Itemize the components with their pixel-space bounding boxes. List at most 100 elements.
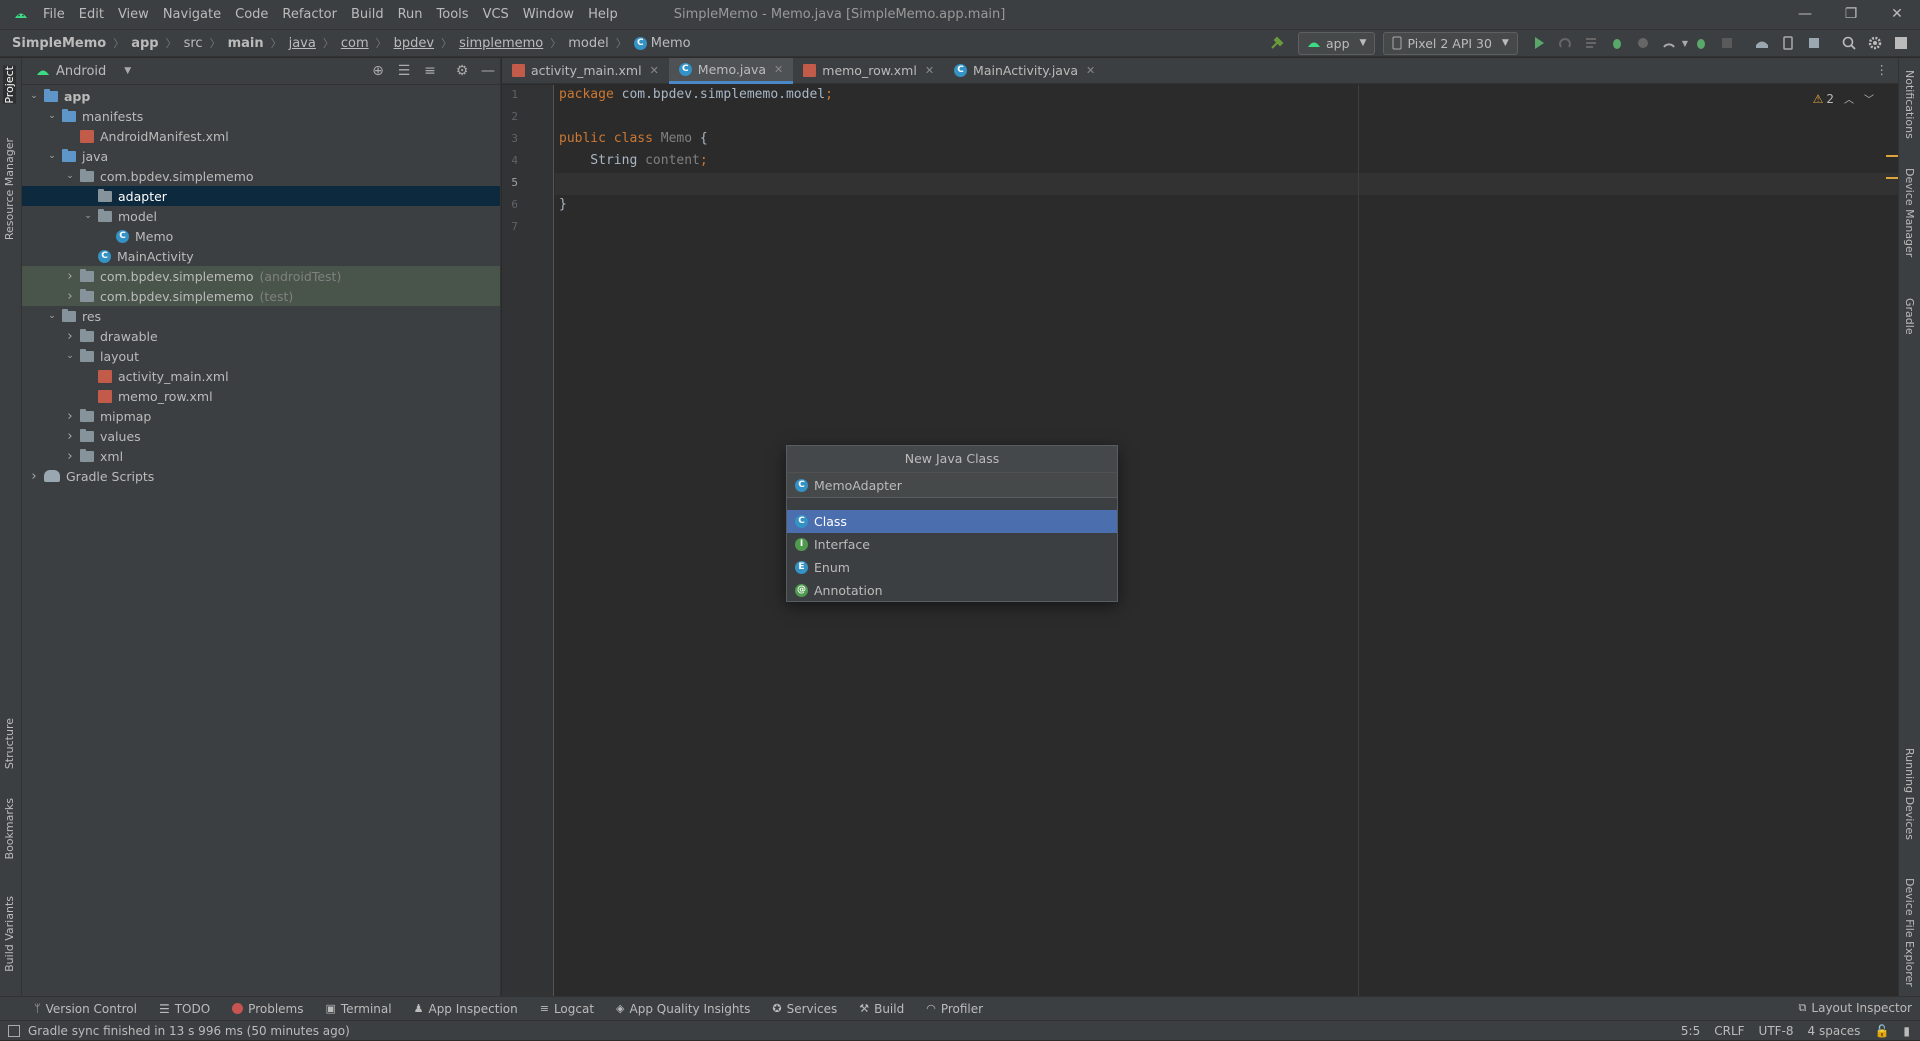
chevron-down-icon[interactable]: ⌄ <box>82 211 94 221</box>
resource-manager-tool-button[interactable]: Resource Manager <box>3 138 16 240</box>
terminal-tool-button[interactable]: ▣ Terminal <box>325 1002 391 1016</box>
sync-gradle-icon[interactable] <box>1754 35 1770 51</box>
app-quality-insights-tool-button[interactable]: ◈ App Quality Insights <box>616 1002 750 1016</box>
tree-item[interactable]: › drawable <box>22 326 500 346</box>
tab-memo-row-xml[interactable]: memo_row.xml ✕ <box>793 58 944 84</box>
close-icon[interactable]: ✕ <box>774 63 783 76</box>
device-file-explorer-tool-button[interactable]: Device File Explorer <box>1903 878 1916 987</box>
tree-item[interactable]: ⌄ model <box>22 206 500 226</box>
menu-vcs[interactable]: VCS <box>483 7 509 22</box>
locate-file-icon[interactable]: ⊕ <box>370 63 386 79</box>
class-name-input[interactable] <box>814 477 1094 493</box>
chevron-down-icon[interactable]: ⌄ <box>46 311 58 321</box>
expand-all-icon[interactable]: ☰ <box>396 63 412 79</box>
breadcrumb-model[interactable]: model <box>568 36 608 51</box>
breadcrumb-project[interactable]: SimpleMemo <box>12 36 106 51</box>
chevron-right-icon[interactable]: › <box>28 469 40 484</box>
services-tool-button[interactable]: ✪ Services <box>772 1002 837 1016</box>
kind-option-class[interactable]: C Class <box>787 510 1117 533</box>
indent-setting[interactable]: 4 spaces <box>1808 1024 1861 1038</box>
menu-build[interactable]: Build <box>351 7 384 22</box>
chevron-right-icon[interactable]: › <box>64 329 76 344</box>
kind-option-interface[interactable]: I Interface <box>787 533 1117 556</box>
apply-changes-icon[interactable] <box>1557 35 1573 51</box>
chevron-right-icon[interactable]: › <box>64 409 76 424</box>
chevron-down-icon[interactable]: ⌄ <box>64 171 76 181</box>
profiler-tool-button[interactable]: ◠ Profiler <box>926 1002 983 1016</box>
search-icon[interactable] <box>1841 35 1857 51</box>
breadcrumb-module[interactable]: app <box>131 36 158 51</box>
gradle-tool-button[interactable]: Gradle <box>1903 298 1916 335</box>
tab-activity-main-xml[interactable]: activity_main.xml ✕ <box>502 58 669 84</box>
tree-item[interactable]: ⌄ java <box>22 146 500 166</box>
running-devices-tool-button[interactable]: Running Devices <box>1903 748 1916 840</box>
hammer-icon[interactable] <box>1269 35 1285 51</box>
tree-item[interactable]: activity_main.xml <box>22 366 500 386</box>
menu-run[interactable]: Run <box>398 7 423 22</box>
attach-debugger-android-icon[interactable] <box>1693 35 1709 51</box>
chevron-down-icon[interactable]: ▼ <box>1682 39 1688 48</box>
chevron-down-icon[interactable]: ⌄ <box>46 151 58 161</box>
chevron-right-icon[interactable]: › <box>64 429 76 444</box>
close-window-button[interactable]: ✕ <box>1874 0 1920 29</box>
tree-item[interactable]: C MainActivity <box>22 246 500 266</box>
todo-tool-button[interactable]: ☰ TODO <box>159 1002 210 1016</box>
breadcrumb-memo[interactable]: Memo <box>651 36 691 51</box>
collapse-all-icon[interactable]: ≡ <box>422 63 438 79</box>
bookmarks-tool-button[interactable]: Bookmarks <box>3 798 16 859</box>
menu-code[interactable]: Code <box>235 7 268 22</box>
close-icon[interactable]: ✕ <box>650 64 659 77</box>
restore-button[interactable]: ❐ <box>1828 0 1874 29</box>
menu-file[interactable]: File <box>43 7 65 22</box>
sdk-manager-icon[interactable] <box>1806 35 1822 51</box>
kind-option-annotation[interactable]: @ Annotation <box>787 579 1117 602</box>
hide-panel-icon[interactable]: — <box>480 63 496 79</box>
close-icon[interactable]: ✕ <box>1086 64 1095 77</box>
file-encoding[interactable]: UTF-8 <box>1759 1024 1794 1038</box>
menu-refactor[interactable]: Refactor <box>282 7 337 22</box>
tree-item[interactable]: adapter <box>22 186 500 206</box>
breadcrumb-src[interactable]: src <box>184 36 203 51</box>
tree-item[interactable]: › Gradle Scripts <box>22 466 500 486</box>
menu-window[interactable]: Window <box>523 7 574 22</box>
app-inspection-tool-button[interactable]: ♟ App Inspection <box>414 1002 518 1016</box>
version-control-tool-button[interactable]: ᛘ Version Control <box>34 1002 137 1016</box>
tree-item[interactable]: ⌄ layout <box>22 346 500 366</box>
tree-item[interactable]: ⌄ manifests <box>22 106 500 126</box>
run-config-select[interactable]: app ▼ <box>1298 31 1376 55</box>
chevron-down-icon[interactable]: ⌄ <box>28 91 40 101</box>
chevron-right-icon[interactable]: › <box>64 289 76 304</box>
chevron-down-icon[interactable]: ▼ <box>124 66 131 76</box>
project-tool-button[interactable]: Project <box>3 66 16 104</box>
more-tabs-icon[interactable]: ⋮ <box>1876 62 1889 77</box>
build-variants-tool-button[interactable]: Build Variants <box>3 896 16 972</box>
layout-inspector-tool-button[interactable]: ⧉ Layout Inspector <box>1799 1001 1912 1015</box>
logcat-tool-button[interactable]: ≡ Logcat <box>540 1002 594 1016</box>
menu-tools[interactable]: Tools <box>437 7 469 22</box>
problems-tool-button[interactable]: Problems <box>232 1002 303 1016</box>
tab-mainactivity-java[interactable]: C MainActivity.java ✕ <box>944 58 1105 84</box>
breadcrumb-main[interactable]: main <box>228 36 264 51</box>
breadcrumb-simplememo[interactable]: simplememo <box>459 36 543 51</box>
breadcrumb-com[interactable]: com <box>341 36 369 51</box>
close-icon[interactable]: ✕ <box>925 64 934 77</box>
tree-item[interactable]: › xml <box>22 446 500 466</box>
breadcrumb-java[interactable]: java <box>289 36 316 51</box>
menu-edit[interactable]: Edit <box>79 7 104 22</box>
chevron-down-icon[interactable]: ﹀ <box>1864 91 1874 106</box>
attach-debugger-icon[interactable] <box>1661 35 1677 51</box>
chevron-right-icon[interactable]: › <box>64 449 76 464</box>
lock-icon[interactable]: 🔓 <box>1874 1024 1889 1038</box>
warning-marker[interactable] <box>1886 177 1898 179</box>
build-tool-button[interactable]: ⚒ Build <box>859 1002 904 1016</box>
debug-icon[interactable] <box>1609 35 1625 51</box>
device-select[interactable]: Pixel 2 API 30 ▼ <box>1383 31 1518 55</box>
status-message[interactable]: Gradle sync finished in 13 s 996 ms (50 … <box>28 1024 350 1038</box>
menu-navigate[interactable]: Navigate <box>163 7 221 22</box>
breadcrumb-bpdev[interactable]: bpdev <box>394 36 434 51</box>
tree-item[interactable]: C Memo <box>22 226 500 246</box>
tree-item[interactable]: ⌄ app <box>22 86 500 106</box>
menu-view[interactable]: View <box>118 7 149 22</box>
tree-item[interactable]: › com.bpdev.simplememo (test) <box>22 286 500 306</box>
gear-icon[interactable] <box>1867 35 1883 51</box>
